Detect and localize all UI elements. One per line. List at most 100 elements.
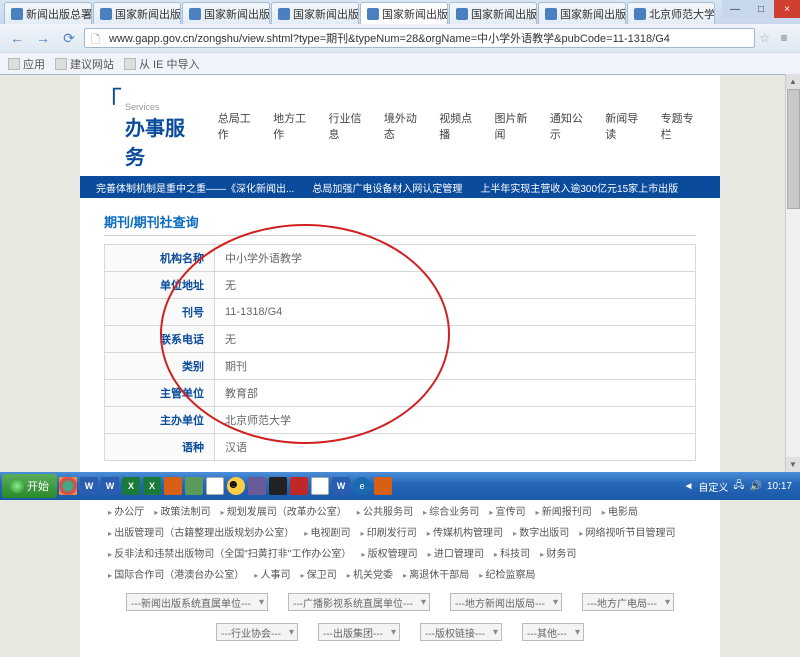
nav-link[interactable]: 专题专栏: [661, 110, 704, 142]
org-link[interactable]: 进口管理司: [428, 545, 484, 560]
org-link[interactable]: 纪检监察局: [479, 566, 535, 581]
taskbar-app-excel[interactable]: X: [142, 475, 162, 497]
nav-link[interactable]: 境外动态: [384, 110, 427, 142]
browser-tab[interactable]: 国家新闻出版×: [538, 2, 626, 24]
org-link[interactable]: 电视剧司: [304, 524, 350, 539]
clock[interactable]: 10:17: [767, 481, 792, 492]
reload-button[interactable]: ⟳: [58, 28, 80, 48]
ticker-item[interactable]: 上半年实现主营收入逾300亿元15家上市出版: [480, 180, 678, 195]
taskbar-app-browser[interactable]: e: [352, 475, 372, 497]
org-link[interactable]: 出版管理司（古籍整理出版规划办公室）: [108, 524, 294, 539]
dropdown[interactable]: ---地方新闻出版局---: [450, 593, 562, 611]
org-link[interactable]: 政策法制司: [154, 503, 210, 518]
service-title-block: 「 Services 办事服务: [96, 81, 204, 170]
org-link[interactable]: 数字出版司: [513, 524, 569, 539]
nav-link[interactable]: 新闻导读: [605, 110, 648, 142]
org-link[interactable]: 电影局: [602, 503, 638, 518]
taskbar-app-word[interactable]: W: [331, 475, 351, 497]
bookmark-star-icon[interactable]: ☆: [759, 31, 770, 45]
scroll-down-button[interactable]: ▼: [786, 457, 800, 472]
org-link[interactable]: 网络视听节目管理司: [579, 524, 675, 539]
minimize-button[interactable]: —: [722, 0, 748, 18]
taskbar-app-cmd[interactable]: [268, 475, 288, 497]
ticker-item[interactable]: 完善体制机制是重中之重——《深化新闻出...: [96, 180, 294, 195]
org-link[interactable]: 离退休干部局: [403, 566, 469, 581]
org-link[interactable]: 综合业务司: [423, 503, 479, 518]
nav-link[interactable]: 图片新闻: [495, 110, 538, 142]
browser-tab[interactable]: 新闻出版总署×: [4, 2, 92, 24]
nav-link[interactable]: 地方工作: [273, 110, 316, 142]
org-list: 办公厅政策法制司规划发展司（改革办公室） 公共服务司综合业务司宣传司新闻报刊司电影…: [104, 497, 696, 587]
taskbar-app[interactable]: [247, 475, 267, 497]
taskbar-app-skype[interactable]: ☻: [226, 475, 246, 497]
org-link[interactable]: 科技司: [494, 545, 530, 560]
scroll-up-button[interactable]: ▲: [786, 74, 800, 89]
network-icon[interactable]: 🖧: [733, 478, 744, 495]
org-link[interactable]: 传媒机构管理司: [427, 524, 503, 539]
favicon: [278, 8, 290, 20]
maximize-button[interactable]: □: [748, 0, 774, 18]
windows-logo-icon: [10, 479, 24, 493]
start-button[interactable]: 开始: [2, 474, 57, 498]
org-link[interactable]: 规划发展司（改革办公室）: [221, 503, 347, 518]
browser-tab-active[interactable]: 国家新闻出版×: [360, 2, 448, 24]
scroll-thumb[interactable]: [787, 89, 800, 209]
browser-tab[interactable]: 国家新闻出版×: [271, 2, 359, 24]
nav-link[interactable]: 行业信息: [328, 110, 371, 142]
favicon: [545, 8, 557, 20]
dropdown[interactable]: ---行业协会---: [216, 623, 298, 641]
taskbar-app-player[interactable]: [163, 475, 183, 497]
dropdown[interactable]: ---地方广电局---: [582, 593, 674, 611]
volume-icon[interactable]: 🔊: [750, 481, 762, 492]
taskbar-app-excel[interactable]: X: [121, 475, 141, 497]
dropdown[interactable]: ---版权链接---: [420, 623, 502, 641]
ticker-item[interactable]: 总局加强广电设备材入网认定管理: [312, 180, 462, 195]
apps-shortcut[interactable]: 应用: [8, 56, 45, 72]
taskbar-app[interactable]: [373, 475, 393, 497]
tray-label[interactable]: 自定义: [698, 479, 728, 494]
org-link[interactable]: 保卫司: [301, 566, 337, 581]
taskbar-app[interactable]: [205, 475, 225, 497]
address-bar[interactable]: 🗋 www.gapp.gov.cn/zongshu/view.shtml?typ…: [84, 28, 755, 48]
browser-tab[interactable]: 北京师范大学×: [627, 2, 715, 24]
favicon: [634, 8, 646, 20]
bookmark-item[interactable]: 从 IE 中导入: [124, 56, 200, 72]
taskbar-app-chrome[interactable]: [58, 475, 78, 497]
nav-link[interactable]: 总局工作: [218, 110, 261, 142]
org-link[interactable]: 公共服务司: [357, 503, 413, 518]
dropdown[interactable]: ---其他---: [522, 623, 584, 641]
scrollbar[interactable]: ▲ ▼: [785, 74, 800, 472]
taskbar-app-word[interactable]: W: [100, 475, 120, 497]
nav-link[interactable]: 视频点播: [439, 110, 482, 142]
tray-expand-icon[interactable]: ◄: [683, 481, 693, 492]
org-link[interactable]: 财务司: [540, 545, 576, 560]
org-link[interactable]: 反非法和违禁出版物司（全国"扫黄打非"工作办公室）: [108, 545, 351, 560]
dropdown[interactable]: ---新闻出版系统直属单位---: [126, 593, 268, 611]
bookmark-item[interactable]: 建议网站: [55, 56, 114, 72]
org-link[interactable]: 国际合作司（港澳台办公室）: [108, 566, 244, 581]
favicon: [189, 8, 201, 20]
forward-button[interactable]: →: [32, 28, 54, 48]
org-link[interactable]: 新闻报刊司: [536, 503, 592, 518]
org-link[interactable]: 宣传司: [489, 503, 525, 518]
org-link[interactable]: 机关党委: [347, 566, 393, 581]
org-link[interactable]: 人事司: [254, 566, 290, 581]
browser-tab[interactable]: 国家新闻出版×: [182, 2, 270, 24]
org-link[interactable]: 版权管理司: [361, 545, 417, 560]
browser-tab[interactable]: 国家新闻出版×: [93, 2, 181, 24]
url-text: www.gapp.gov.cn/zongshu/view.shtml?type=…: [109, 30, 670, 46]
taskbar-app[interactable]: [289, 475, 309, 497]
taskbar-app[interactable]: [310, 475, 330, 497]
back-button[interactable]: ←: [6, 28, 28, 48]
browser-tab[interactable]: 国家新闻出版×: [449, 2, 537, 24]
org-link[interactable]: 办公厅: [108, 503, 144, 518]
chrome-menu-button[interactable]: ≡: [774, 28, 794, 48]
org-link[interactable]: 印刷发行司: [361, 524, 417, 539]
dropdown[interactable]: ---广播影视系统直属单位---: [288, 593, 430, 611]
dropdown[interactable]: ---出版集团---: [318, 623, 400, 641]
taskbar-app[interactable]: [184, 475, 204, 497]
close-button[interactable]: ×: [774, 0, 800, 18]
service-nav: 总局工作 地方工作 行业信息 境外动态 视频点播 图片新闻 通知公示 新闻导读 …: [218, 110, 704, 142]
taskbar-app-word[interactable]: W: [79, 475, 99, 497]
nav-link[interactable]: 通知公示: [550, 110, 593, 142]
